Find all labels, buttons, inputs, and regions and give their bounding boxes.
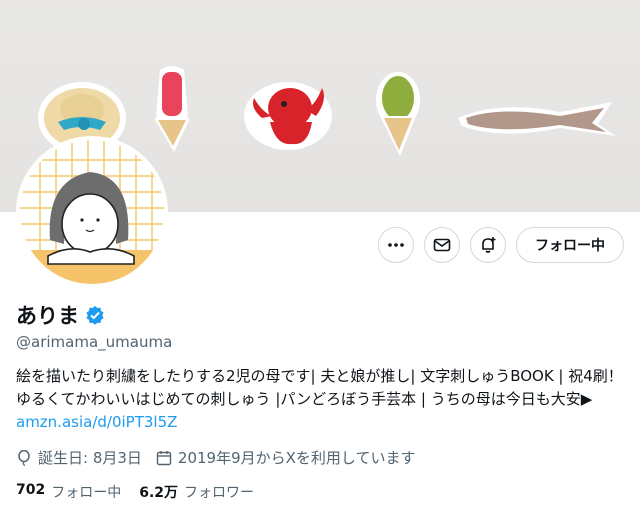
following-label: フォロー中: [51, 485, 122, 501]
balloon-icon: [18, 449, 30, 466]
bio-line: 絵を描いたり刺繍をしたりする2児の母です| 夫と娘が推し| 文字刺しゅうBOOK…: [16, 367, 623, 385]
notify-button[interactable]: [470, 227, 506, 263]
followers-label: フォロワー: [184, 485, 255, 501]
profile-avatar[interactable]: [16, 136, 168, 288]
birthday-text: 誕生日: 8月3日: [38, 449, 142, 467]
verified-badge-icon[interactable]: [85, 305, 105, 325]
more-button[interactable]: [378, 227, 414, 263]
message-button[interactable]: [424, 227, 460, 263]
avatar-illustration: [20, 140, 164, 284]
profile-meta: 誕生日: 8月3日 2019年9月からXを利用しています: [16, 447, 415, 468]
following-stat[interactable]: 702 フォロー中: [16, 482, 121, 502]
followers-stat[interactable]: 6.2万 フォロワー: [139, 482, 254, 502]
bio-link[interactable]: amzn.asia/d/0iPT3l5Z: [16, 411, 628, 434]
ice-cream-green-patch: [376, 72, 420, 156]
bell-plus-icon: [482, 237, 496, 253]
profile-handle: @arimama_umauma: [16, 333, 173, 351]
following-button-label: フォロー中: [535, 238, 605, 254]
shark-patch: [458, 102, 616, 136]
octopus-patch: [244, 82, 332, 150]
following-count: 702: [16, 482, 46, 498]
profile-name-row: ありま: [16, 300, 105, 330]
ice-cream-red-patch: [154, 66, 190, 152]
mail-icon: [433, 238, 451, 252]
profile-bio: 絵を描いたり刺繍をしたりする2児の母です| 夫と娘が推し| 文字刺しゅうBOOK…: [16, 365, 628, 434]
joined-text: 2019年9月からXを利用しています: [177, 449, 416, 467]
bio-line: ゆるくてかわいいはじめての刺しゅう |パンどろぼう手芸本 | うちの母は今日も大…: [16, 390, 593, 408]
profile-stats: 702 フォロー中 6.2万 フォロワー: [16, 482, 254, 502]
calendar-icon: [156, 450, 172, 465]
following-button[interactable]: フォロー中: [516, 227, 624, 263]
birthday-item: 誕生日: 8月3日: [16, 447, 142, 468]
more-icon: [388, 243, 404, 247]
profile-actions: フォロー中: [378, 227, 624, 263]
joined-item: 2019年9月からXを利用しています: [156, 447, 416, 468]
followers-count: 6.2万: [139, 485, 179, 501]
display-name: ありま: [16, 304, 79, 328]
